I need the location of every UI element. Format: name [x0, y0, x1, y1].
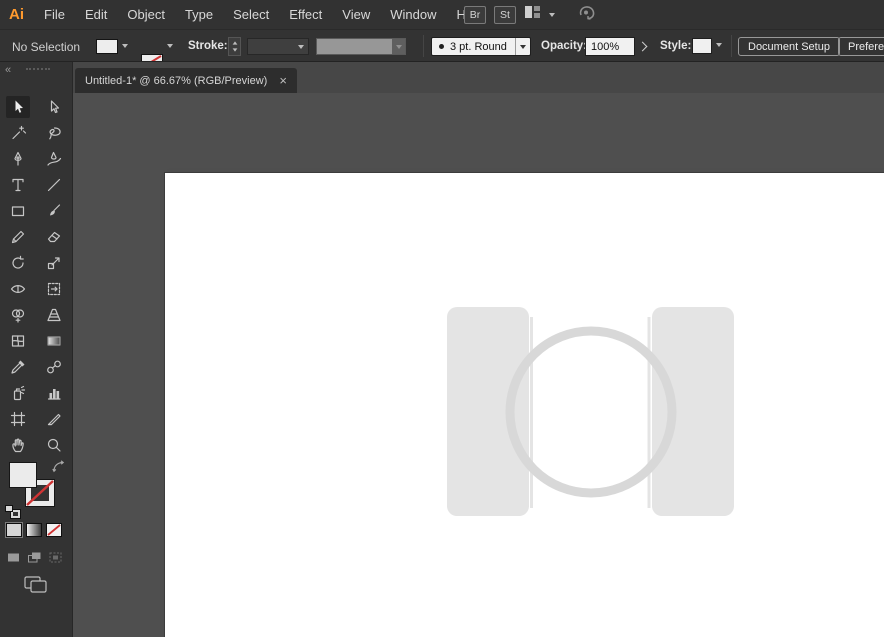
- divider: [731, 35, 732, 57]
- eraser-tool[interactable]: [42, 226, 66, 248]
- illustrator-window: Ai File Edit Object Type Select Effect V…: [0, 0, 884, 637]
- fill-dropdown-icon[interactable]: [122, 44, 128, 48]
- menu-file[interactable]: File: [34, 0, 75, 29]
- hand-tool[interactable]: [6, 434, 30, 456]
- draw-inside-icon[interactable]: [48, 551, 63, 569]
- color-button[interactable]: [6, 523, 22, 537]
- fill-color-swatch[interactable]: [96, 39, 118, 54]
- slice-tool[interactable]: [42, 408, 66, 430]
- brush-value: 3 pt. Round: [450, 40, 507, 53]
- chevron-down-icon[interactable]: [520, 44, 526, 49]
- stepper-up-icon[interactable]: [232, 41, 237, 45]
- document-setup-button[interactable]: Document Setup: [738, 37, 840, 56]
- gradient-tool[interactable]: [42, 330, 66, 352]
- stroke-weight-stepper[interactable]: [228, 37, 241, 56]
- tools-panel: «: [0, 62, 73, 637]
- scale-tool[interactable]: [42, 252, 66, 274]
- direct-selection-tool[interactable]: [42, 96, 66, 118]
- chevron-down-icon[interactable]: [549, 12, 555, 17]
- tool-grid: [0, 94, 72, 458]
- opacity-value: 100%: [591, 40, 620, 53]
- type-tool[interactable]: [6, 174, 30, 196]
- shaper-tool[interactable]: [6, 226, 30, 248]
- opacity-expand-icon[interactable]: [637, 41, 648, 52]
- bridge-button[interactable]: Br: [464, 5, 486, 24]
- style-label: Style:: [660, 40, 692, 52]
- menu-bar: Ai File Edit Object Type Select Effect V…: [0, 0, 884, 29]
- menu-edit[interactable]: Edit: [75, 0, 117, 29]
- close-icon[interactable]: ×: [279, 74, 287, 87]
- width-tool[interactable]: [6, 278, 30, 300]
- width-profile-dropdown: [316, 38, 406, 55]
- pen-tool[interactable]: [6, 148, 30, 170]
- collapse-panel-icon[interactable]: «: [5, 64, 11, 76]
- opacity-input[interactable]: 100%: [585, 37, 635, 56]
- perspective-grid-tool[interactable]: [42, 304, 66, 326]
- menu-object[interactable]: Object: [117, 0, 175, 29]
- zoom-tool[interactable]: [42, 434, 66, 456]
- draw-behind-icon[interactable]: [27, 551, 42, 569]
- mesh-tool[interactable]: [6, 330, 30, 352]
- document-tab[interactable]: Untitled-1* @ 66.67% (RGB/Preview) ×: [75, 68, 297, 93]
- document-tab-title: Untitled-1* @ 66.67% (RGB/Preview): [85, 74, 268, 87]
- blend-tool[interactable]: [42, 356, 66, 378]
- menu-effect[interactable]: Effect: [279, 0, 332, 29]
- color-mode-buttons: [6, 523, 62, 537]
- menu-view[interactable]: View: [332, 0, 380, 29]
- stroke-dropdown-icon[interactable]: [167, 44, 173, 48]
- screen-mode-button[interactable]: [24, 575, 48, 598]
- draw-normal-icon[interactable]: [6, 551, 21, 569]
- sync-settings-icon[interactable]: [577, 3, 597, 26]
- lasso-tool[interactable]: [42, 122, 66, 144]
- rotate-tool[interactable]: [6, 252, 30, 274]
- opacity-label: Opacity:: [541, 40, 588, 52]
- menu-select[interactable]: Select: [223, 0, 279, 29]
- default-fill-stroke-icon[interactable]: [5, 505, 21, 519]
- gradient-button[interactable]: [26, 523, 42, 537]
- stroke-weight-dropdown[interactable]: [247, 38, 309, 55]
- curvature-tool[interactable]: [42, 148, 66, 170]
- chevron-down-icon: [395, 44, 402, 49]
- stroke-color-swatch[interactable]: [141, 54, 163, 61]
- style-swatch[interactable]: [692, 38, 712, 54]
- menu-window[interactable]: Window: [380, 0, 446, 29]
- panel-grip[interactable]: [26, 68, 50, 70]
- brush-preview-icon: [439, 44, 444, 49]
- canvas-area[interactable]: [73, 93, 884, 637]
- draw-mode-buttons: [6, 551, 63, 569]
- artboard-tool[interactable]: [6, 408, 30, 430]
- style-dropdown-icon[interactable]: [716, 43, 722, 47]
- document-tab-strip: Untitled-1* @ 66.67% (RGB/Preview) ×: [73, 62, 884, 93]
- magic-wand-tool[interactable]: [6, 122, 30, 144]
- selection-tool[interactable]: [6, 96, 30, 118]
- column-graph-tool[interactable]: [42, 382, 66, 404]
- divider: [423, 35, 424, 57]
- chevron-down-icon: [298, 44, 304, 49]
- stock-button[interactable]: St: [494, 5, 516, 24]
- none-button[interactable]: [46, 523, 62, 537]
- fill-color-indicator[interactable]: [9, 462, 37, 488]
- shape-builder-tool[interactable]: [6, 304, 30, 326]
- line-segment-tool[interactable]: [42, 174, 66, 196]
- control-bar: No Selection Stroke: 3 pt. Round Opacity…: [0, 29, 884, 62]
- workspace-switcher-icon[interactable]: [524, 4, 541, 25]
- preferences-button[interactable]: Preferences: [838, 37, 884, 56]
- app-logo[interactable]: Ai: [0, 6, 34, 23]
- paintbrush-tool[interactable]: [42, 200, 66, 222]
- stepper-down-icon[interactable]: [232, 48, 237, 52]
- eyedropper-tool[interactable]: [6, 356, 30, 378]
- brush-definition-dropdown[interactable]: 3 pt. Round: [431, 37, 531, 56]
- symbol-sprayer-tool[interactable]: [6, 382, 30, 404]
- free-transform-tool[interactable]: [42, 278, 66, 300]
- stroke-label: Stroke:: [188, 40, 228, 52]
- selection-status: No Selection: [12, 40, 81, 54]
- placeholder-graphic: [447, 307, 734, 516]
- swap-fill-stroke-icon[interactable]: [52, 460, 65, 478]
- menu-type[interactable]: Type: [175, 0, 223, 29]
- rectangle-tool[interactable]: [6, 200, 30, 222]
